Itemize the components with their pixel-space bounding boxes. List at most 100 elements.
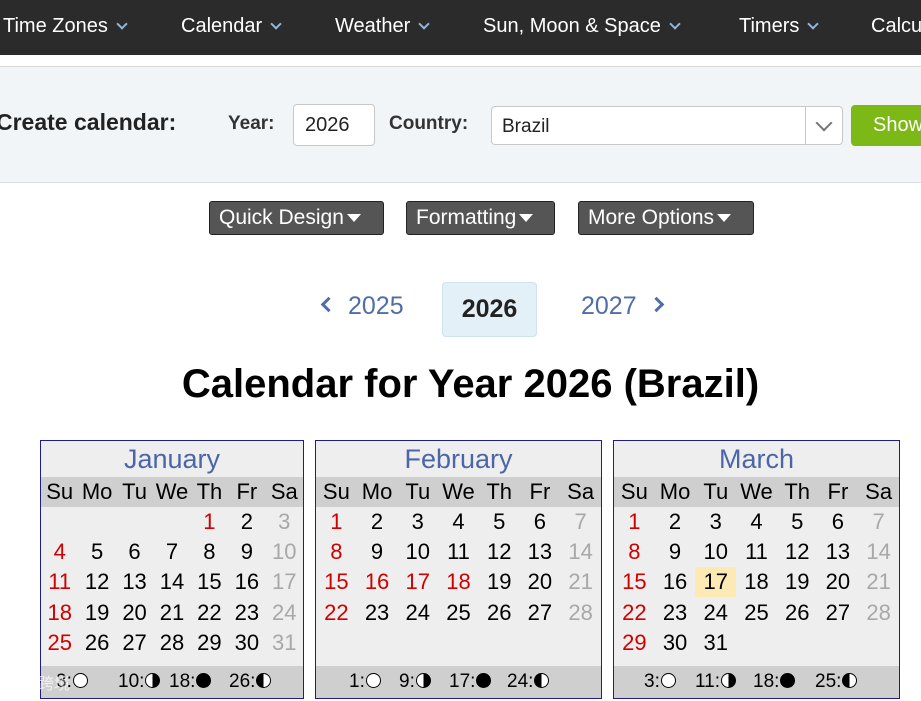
calendar-day[interactable]: 20 xyxy=(520,567,561,597)
calendar-day[interactable]: 27 xyxy=(520,598,561,628)
calendar-day[interactable]: 7 xyxy=(153,537,190,567)
calendar-day[interactable]: 12 xyxy=(777,537,818,567)
calendar-day[interactable]: 15 xyxy=(316,567,357,597)
calendar-day[interactable]: 26 xyxy=(479,598,520,628)
calendar-day[interactable]: 26 xyxy=(777,598,818,628)
calendar-day[interactable]: 10 xyxy=(397,537,438,567)
calendar-day[interactable]: 14 xyxy=(858,537,899,567)
calendar-day[interactable]: 4 xyxy=(41,537,78,567)
nav-calculators[interactable]: Calcu xyxy=(871,0,921,55)
calendar-day[interactable]: 6 xyxy=(116,537,153,567)
calendar-day[interactable]: 28 xyxy=(560,598,601,628)
nav-sun-moon-space[interactable]: Sun, Moon & Space xyxy=(483,0,681,55)
calendar-day[interactable]: 28 xyxy=(153,628,190,658)
calendar-day[interactable]: 8 xyxy=(316,537,357,567)
calendar-day[interactable]: 17 xyxy=(695,567,737,598)
nav-calendar[interactable]: Calendar xyxy=(181,0,282,55)
calendar-day[interactable]: 16 xyxy=(228,567,265,597)
calendar-day[interactable]: 13 xyxy=(116,567,153,597)
calendar-day[interactable]: 31 xyxy=(695,628,736,658)
nav-timers[interactable]: Timers xyxy=(739,0,820,55)
calendar-day[interactable]: 6 xyxy=(520,507,561,537)
calendar-day[interactable]: 16 xyxy=(655,567,696,597)
calendar-day[interactable]: 8 xyxy=(191,537,228,567)
calendar-day[interactable]: 21 xyxy=(560,567,601,597)
calendar-day[interactable]: 11 xyxy=(736,537,777,567)
calendar-day[interactable]: 15 xyxy=(191,567,228,597)
calendar-day[interactable]: 3 xyxy=(695,507,736,537)
calendar-day[interactable]: 24 xyxy=(695,598,736,628)
calendar-day[interactable]: 12 xyxy=(479,537,520,567)
calendar-day[interactable]: 1 xyxy=(614,507,655,537)
calendar-day[interactable]: 4 xyxy=(736,507,777,537)
calendar-day[interactable]: 19 xyxy=(777,567,818,597)
calendar-day[interactable]: 31 xyxy=(266,628,303,658)
calendar-day[interactable]: 17 xyxy=(266,567,303,597)
calendar-day[interactable]: 27 xyxy=(116,628,153,658)
calendar-day[interactable]: 10 xyxy=(695,537,736,567)
previous-year-link[interactable]: 2025 xyxy=(320,292,404,321)
calendar-day[interactable]: 18 xyxy=(736,567,777,597)
show-button[interactable]: Show xyxy=(851,105,921,146)
calendar-day[interactable]: 18 xyxy=(41,598,78,628)
calendar-day[interactable]: 5 xyxy=(78,537,115,567)
calendar-day[interactable]: 30 xyxy=(228,628,265,658)
quick-design-button[interactable]: Quick Design xyxy=(209,201,384,235)
calendar-day[interactable]: 2 xyxy=(357,507,398,537)
calendar-day[interactable]: 9 xyxy=(655,537,696,567)
calendar-day[interactable]: 25 xyxy=(736,598,777,628)
calendar-day[interactable]: 5 xyxy=(777,507,818,537)
calendar-day[interactable]: 24 xyxy=(397,598,438,628)
calendar-day[interactable]: 23 xyxy=(357,598,398,628)
calendar-day[interactable]: 22 xyxy=(191,598,228,628)
chevron-down-icon[interactable] xyxy=(805,107,842,144)
calendar-day[interactable]: 13 xyxy=(520,537,561,567)
calendar-day[interactable]: 2 xyxy=(655,507,696,537)
calendar-day[interactable]: 22 xyxy=(316,598,357,628)
calendar-day[interactable]: 29 xyxy=(191,628,228,658)
calendar-day[interactable]: 10 xyxy=(266,537,303,567)
year-input[interactable]: 2026 xyxy=(293,104,375,146)
calendar-day[interactable]: 7 xyxy=(858,507,899,537)
calendar-day[interactable]: 1 xyxy=(191,507,228,537)
calendar-day[interactable]: 30 xyxy=(655,628,696,658)
calendar-day[interactable]: 9 xyxy=(228,537,265,567)
calendar-day[interactable]: 7 xyxy=(560,507,601,537)
calendar-day[interactable]: 15 xyxy=(614,567,655,597)
calendar-day[interactable]: 13 xyxy=(818,537,859,567)
formatting-button[interactable]: Formatting xyxy=(406,201,555,235)
calendar-day[interactable]: 23 xyxy=(655,598,696,628)
calendar-day[interactable]: 22 xyxy=(614,598,655,628)
calendar-day[interactable]: 21 xyxy=(858,567,899,597)
calendar-day[interactable]: 14 xyxy=(153,567,190,597)
calendar-day[interactable]: 20 xyxy=(116,598,153,628)
country-select[interactable]: Brazil xyxy=(491,106,843,145)
calendar-day[interactable]: 21 xyxy=(153,598,190,628)
calendar-day[interactable]: 6 xyxy=(818,507,859,537)
calendar-day[interactable]: 23 xyxy=(228,598,265,628)
calendar-day[interactable]: 3 xyxy=(397,507,438,537)
calendar-day[interactable]: 11 xyxy=(41,567,78,597)
calendar-day[interactable]: 2 xyxy=(228,507,265,537)
calendar-day[interactable]: 19 xyxy=(479,567,520,597)
calendar-day[interactable]: 11 xyxy=(438,537,479,567)
calendar-day[interactable]: 19 xyxy=(78,598,115,628)
calendar-day[interactable]: 28 xyxy=(858,598,899,628)
calendar-day[interactable]: 14 xyxy=(560,537,601,567)
calendar-day[interactable]: 8 xyxy=(614,537,655,567)
calendar-day[interactable]: 3 xyxy=(266,507,303,537)
calendar-day[interactable]: 25 xyxy=(438,598,479,628)
calendar-day[interactable]: 24 xyxy=(266,598,303,628)
calendar-day[interactable]: 12 xyxy=(78,567,115,597)
calendar-day[interactable]: 27 xyxy=(818,598,859,628)
calendar-day[interactable]: 18 xyxy=(438,567,479,597)
calendar-day[interactable]: 5 xyxy=(479,507,520,537)
calendar-day[interactable]: 16 xyxy=(357,567,398,597)
nav-weather[interactable]: Weather xyxy=(335,0,430,55)
calendar-day[interactable]: 4 xyxy=(438,507,479,537)
calendar-day[interactable]: 29 xyxy=(614,628,655,658)
calendar-day[interactable]: 1 xyxy=(316,507,357,537)
more-options-button[interactable]: More Options xyxy=(578,201,754,235)
calendar-day[interactable]: 20 xyxy=(818,567,859,597)
calendar-day[interactable]: 9 xyxy=(357,537,398,567)
